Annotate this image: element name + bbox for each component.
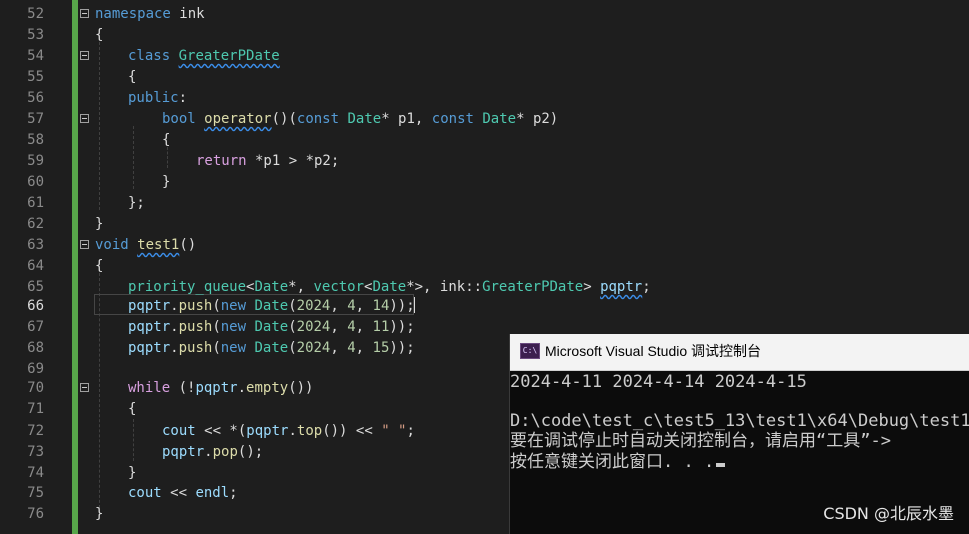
code-line[interactable]: 62 }	[0, 214, 969, 235]
code-text: pqptr.push(new Date(2024, 4, 15));	[128, 340, 415, 356]
line-number: 55	[27, 69, 44, 85]
code-text: {	[128, 69, 137, 85]
code-text: void test1()	[95, 237, 197, 253]
collapse-icon[interactable]	[80, 51, 89, 60]
line-number: 64	[27, 258, 44, 274]
code-line[interactable]: 56 public:	[0, 88, 969, 109]
code-text: namespace ink	[95, 6, 205, 22]
line-number: 61	[27, 195, 44, 211]
console-prompt-text: 按任意键关闭此窗口. . .	[510, 452, 715, 472]
console-title: Microsoft Visual Studio 调试控制台	[545, 343, 762, 359]
code-text: pqptr.push(new Date(2024, 4, 14));	[128, 298, 415, 314]
line-number: 62	[27, 216, 44, 232]
line-number: 52	[27, 6, 44, 22]
code-line[interactable]: 64 {	[0, 256, 969, 277]
line-number: 65	[27, 279, 44, 295]
collapse-icon[interactable]	[80, 114, 89, 123]
code-line[interactable]: 63 void test1()	[0, 235, 969, 256]
code-text: bool operator()(const Date* p1, const Da…	[162, 111, 559, 127]
code-text: {	[95, 258, 104, 274]
line-number: 63	[27, 237, 44, 253]
code-text: {	[95, 27, 104, 43]
console-output-line: 按任意键关闭此窗口. . .	[510, 452, 726, 472]
code-line[interactable]: 57 bool operator()(const Date* p1, const…	[0, 109, 969, 130]
line-number: 60	[27, 174, 44, 190]
code-line[interactable]: 53 {	[0, 25, 969, 46]
code-text: }	[95, 216, 104, 232]
line-number: 68	[27, 340, 44, 356]
console-output-line: 要在调试停止时自动关闭控制台，请启用“工具”->	[510, 431, 891, 451]
line-number: 54	[27, 48, 44, 64]
code-line[interactable]: 60 }	[0, 172, 969, 193]
code-line[interactable]: 59 return *p1 > *p2;	[0, 151, 969, 172]
code-text: };	[128, 195, 145, 211]
line-number: 66	[27, 298, 44, 314]
line-number: 70	[27, 380, 44, 396]
code-text: {	[128, 401, 137, 417]
code-text: }	[162, 174, 171, 190]
line-number: 56	[27, 90, 44, 106]
code-text: {	[162, 132, 171, 148]
line-number: 73	[27, 444, 44, 460]
console-title-bar[interactable]: C:\ Microsoft Visual Studio 调试控制台	[510, 334, 969, 371]
line-number: 76	[27, 506, 44, 522]
code-text: pqptr.push(new Date(2024, 4, 11));	[128, 319, 415, 335]
code-line[interactable]: 58 {	[0, 130, 969, 151]
code-text: pqptr.pop();	[162, 444, 264, 460]
collapse-icon[interactable]	[80, 383, 89, 392]
code-text: return *p1 > *p2;	[196, 153, 340, 169]
debug-console-window[interactable]: C:\ Microsoft Visual Studio 调试控制台 2024-4…	[509, 334, 969, 534]
line-number: 53	[27, 27, 44, 43]
code-line[interactable]: 55 {	[0, 67, 969, 88]
collapse-icon[interactable]	[80, 9, 89, 18]
collapse-icon[interactable]	[80, 240, 89, 249]
console-cursor	[716, 463, 726, 467]
line-number: 69	[27, 361, 44, 377]
code-text: cout << endl;	[128, 485, 238, 501]
code-text: class GreaterPDate	[128, 48, 280, 64]
code-line[interactable]: 65 priority_queue<Date*, vector<Date*>, …	[0, 277, 969, 298]
console-output-line: D:\code\test_c\test5_13\test1\x64\Debug\…	[510, 411, 969, 431]
line-number: 57	[27, 111, 44, 127]
line-number: 67	[27, 319, 44, 335]
code-text: public:	[128, 90, 188, 106]
code-line-current[interactable]: 66 pqptr.push(new Date(2024, 4, 14));	[0, 296, 969, 317]
code-text: priority_queue<Date*, vector<Date*>, ink…	[128, 279, 651, 295]
line-number: 58	[27, 132, 44, 148]
code-line[interactable]: 61 };	[0, 193, 969, 214]
code-text: cout << *(pqptr.top()) << " ";	[162, 423, 415, 439]
line-number: 59	[27, 153, 44, 169]
code-line[interactable]: 52 namespace ink	[0, 4, 969, 25]
console-app-icon: C:\	[520, 343, 540, 359]
line-number: 74	[27, 465, 44, 481]
code-line[interactable]: 54 class GreaterPDate	[0, 46, 969, 67]
line-number: 72	[27, 423, 44, 439]
text-caret	[414, 297, 415, 313]
line-number: 71	[27, 401, 44, 417]
code-text: while (!pqptr.empty())	[128, 380, 314, 396]
console-output-line: 2024-4-11 2024-4-14 2024-4-15	[510, 372, 807, 392]
watermark: CSDN @北辰水墨	[823, 504, 954, 523]
line-number: 75	[27, 485, 44, 501]
code-text: }	[128, 465, 137, 481]
code-text: }	[95, 506, 104, 522]
